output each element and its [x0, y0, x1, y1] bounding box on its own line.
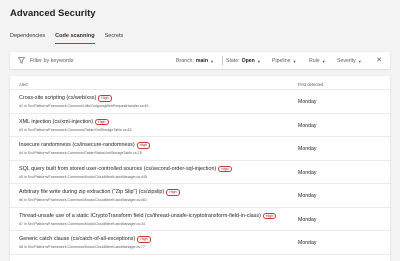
filter-bar: Branch: main ▼ State: Open ▼ Pipeline ▼ …: [10, 52, 390, 69]
first-detected-date: Monday: [298, 169, 317, 176]
table-row[interactable]: Thread-unsafe use of a static ICryptoTra…: [10, 208, 390, 231]
first-detected-date: Monday: [298, 122, 317, 129]
severity-badge: High: [262, 212, 277, 220]
chevron-down-icon: ▼: [210, 58, 214, 64]
rule-filter-dropdown[interactable]: Rule ▼: [309, 58, 326, 64]
alert-location: #7 in Src/Platform/Framework.Commons/Kus…: [19, 221, 146, 226]
chevron-down-icon: ▼: [321, 58, 326, 64]
table-row[interactable]: Insecure randomness (cs/insecure-randomn…: [10, 137, 390, 161]
tab-secrets[interactable]: Secrets: [105, 32, 124, 44]
severity-badge: High: [166, 189, 180, 196]
tab-code-scanning[interactable]: Code scanning: [55, 32, 96, 44]
severity-filter-label: Severity: [337, 58, 356, 64]
branch-filter-label: Branch:: [176, 58, 194, 64]
table-row[interactable]: Arbitrary file write during zip extracti…: [10, 184, 390, 208]
chevron-down-icon: ▼: [357, 58, 362, 64]
state-filter-dropdown[interactable]: State: Open ▼: [226, 58, 261, 64]
alert-title: Insecure randomness (cs/insecure-randomn…: [19, 142, 135, 149]
page-title: Advanced Security: [10, 8, 96, 19]
table-row[interactable]: Cross-site scripting (cs/web/xss) High #2…: [10, 90, 390, 114]
pipeline-filter-dropdown[interactable]: Pipeline ▼: [272, 58, 296, 64]
alerts-table: Alert First detected Cross-site scriptin…: [10, 76, 390, 261]
alert-title: Generic catch clause (cs/catch-of-all-ex…: [19, 236, 136, 243]
branch-filter-dropdown[interactable]: Branch: main ▼: [176, 58, 214, 64]
first-detected-date: Monday: [298, 99, 317, 105]
state-filter-value: Open: [241, 58, 255, 64]
alert-location: #5 in Src/Platform/Framework.Commons/Kus…: [19, 174, 148, 179]
severity-badge: High: [136, 142, 151, 149]
severity-badge: High: [137, 236, 151, 243]
alert-location: #3 in Src/Platform/Framework.Commons/Tab…: [19, 127, 132, 132]
alert-title: Arbitrary file write during zip extracti…: [19, 189, 165, 196]
alert-column-header: Alert: [19, 82, 28, 87]
first-detected-date: Monday: [298, 216, 317, 223]
first-detected-date: Monday: [298, 146, 317, 152]
chevron-down-icon: ▼: [292, 58, 297, 64]
first-detected-date: Monday: [298, 240, 317, 246]
alert-location: #6 in Src/Platform/Framework.Commons/Kus…: [19, 198, 148, 202]
table-row[interactable]: SQL query built from stored user-control…: [10, 161, 390, 184]
alert-title: Thread-unsafe use of a static ICryptoTra…: [19, 212, 261, 219]
first-detected-column-header: First detected: [298, 82, 324, 87]
alert-title: Cross-site scripting (cs/web/xss): [19, 95, 97, 102]
table-row[interactable]: XML injection (cs/xml-injection) High #3 …: [10, 114, 390, 137]
chevron-down-icon: ▼: [256, 58, 261, 64]
alert-location: #8 in Src/Platform/Framework.Commons/Kus…: [19, 245, 146, 249]
rule-filter-label: Rule: [309, 58, 320, 64]
filter-icon: [18, 57, 28, 64]
table-row[interactable]: Generic catch clause (cs/catch-of-all-ex…: [10, 231, 390, 255]
state-filter-label: State:: [226, 58, 240, 64]
alert-title: XML injection (cs/xml-injection): [19, 118, 94, 125]
first-detected-date: Monday: [298, 193, 317, 199]
alert-location: #4 in Src/Platform/Framework.Commons/Tab…: [19, 151, 142, 155]
severity-badge: High: [218, 165, 232, 173]
pipeline-filter-label: Pipeline: [272, 58, 291, 64]
tab-dependencies[interactable]: Dependencies: [10, 32, 45, 44]
divider: [222, 56, 223, 65]
alert-location: #2 in Src/Platform/Framework.Common/Util…: [19, 104, 149, 108]
branch-filter-value: main: [195, 58, 208, 64]
table-header: Alert First detected: [10, 76, 390, 90]
severity-badge: High: [98, 95, 112, 102]
severity-filter-dropdown[interactable]: Severity ▼: [337, 58, 362, 64]
keyword-filter-input[interactable]: [30, 57, 140, 64]
close-icon[interactable]: ✕: [376, 56, 382, 64]
severity-badge: High: [95, 118, 109, 126]
tab-bar: Dependencies Code scanning Secrets: [10, 32, 123, 46]
alert-title: SQL query built from stored user-control…: [19, 165, 217, 172]
